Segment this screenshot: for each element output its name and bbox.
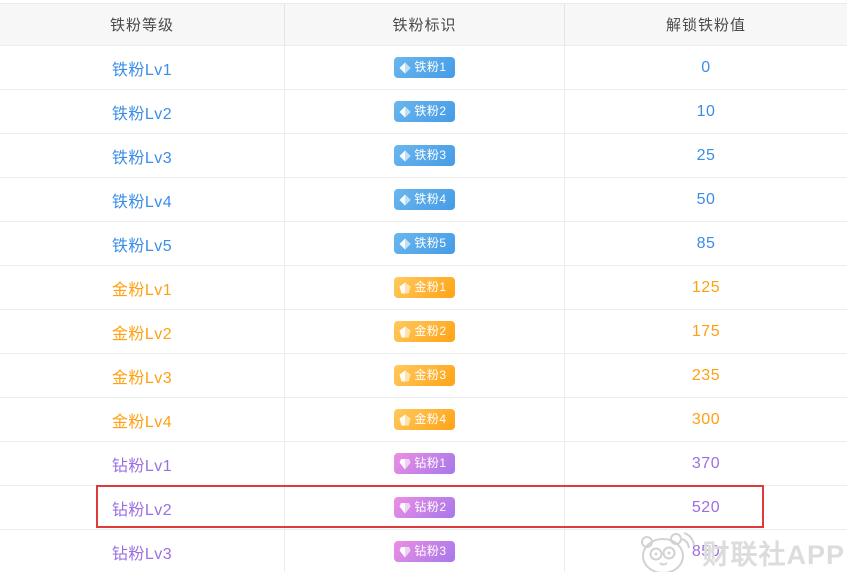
gem-icon bbox=[399, 414, 411, 426]
gem-icon bbox=[399, 502, 411, 514]
fan-badge-cell: 钻粉3 bbox=[284, 530, 564, 572]
fan-badge-cell: 金粉2 bbox=[284, 310, 564, 353]
fan-level-text: 铁粉Lv4 bbox=[0, 178, 284, 221]
gem-icon bbox=[399, 458, 411, 470]
fan-badge: 钻粉2 bbox=[394, 497, 454, 518]
table-row: 金粉Lv3 bbox=[0, 354, 847, 398]
unlock-value-text: 370 bbox=[564, 442, 847, 485]
unlock-value-text: 0 bbox=[564, 46, 847, 89]
fan-level-text: 金粉Lv4 bbox=[0, 398, 284, 441]
badge-label: 金粉2 bbox=[414, 321, 446, 342]
unlock-value-text: 125 bbox=[564, 266, 847, 309]
fan-badge: 铁粉3 bbox=[394, 145, 454, 166]
unlock-value-text: 300 bbox=[564, 398, 847, 441]
badge-label: 金粉3 bbox=[414, 365, 446, 386]
badge-label: 铁粉5 bbox=[414, 233, 446, 254]
fan-badge: 铁粉2 bbox=[394, 101, 454, 122]
gem-icon bbox=[399, 62, 411, 74]
table-row: 铁粉Lv4 bbox=[0, 178, 847, 222]
unlock-value-text: 25 bbox=[564, 134, 847, 177]
fan-badge: 金粉3 bbox=[394, 365, 454, 386]
fan-badge-cell: 铁粉2 bbox=[284, 90, 564, 133]
badge-label: 铁粉1 bbox=[414, 57, 446, 78]
table-row: 铁粉Lv3 bbox=[0, 134, 847, 178]
fan-badge: 金粉1 bbox=[394, 277, 454, 298]
fan-badge-cell: 铁粉3 bbox=[284, 134, 564, 177]
gem-icon bbox=[399, 194, 411, 206]
fan-badge-cell: 铁粉1 bbox=[284, 46, 564, 89]
gem-icon bbox=[399, 106, 411, 118]
gem-icon bbox=[399, 238, 411, 250]
unlock-value-text: 175 bbox=[564, 310, 847, 353]
table-row: 金粉Lv4 bbox=[0, 398, 847, 442]
unlock-value-text: 50 bbox=[564, 178, 847, 221]
badge-label: 钻粉3 bbox=[414, 541, 446, 562]
fan-level-page: 铁粉等级 铁粉标识 解锁铁粉值 铁粉Lv1 bbox=[0, 0, 847, 572]
fan-level-text: 钻粉Lv3 bbox=[0, 530, 284, 572]
badge-label: 铁粉4 bbox=[414, 189, 446, 210]
badge-label: 铁粉3 bbox=[414, 145, 446, 166]
badge-label: 钻粉1 bbox=[414, 453, 446, 474]
fan-level-text: 金粉Lv2 bbox=[0, 310, 284, 353]
badge-label: 铁粉2 bbox=[414, 101, 446, 122]
unlock-value-text: 850 bbox=[564, 530, 847, 572]
table-row: 金粉Lv1 bbox=[0, 266, 847, 310]
fan-level-text: 金粉Lv3 bbox=[0, 354, 284, 397]
fan-level-text: 钻粉Lv2 bbox=[0, 486, 284, 529]
header-fan-level: 铁粉等级 bbox=[0, 4, 284, 45]
header-fan-badge: 铁粉标识 bbox=[284, 4, 564, 45]
gem-icon bbox=[399, 546, 411, 558]
fan-badge: 金粉2 bbox=[394, 321, 454, 342]
fan-badge: 钻粉3 bbox=[394, 541, 454, 562]
unlock-value-text: 85 bbox=[564, 222, 847, 265]
table-row: 铁粉Lv5 bbox=[0, 222, 847, 266]
fan-badge: 铁粉5 bbox=[394, 233, 454, 254]
table-row: 钻粉Lv2 bbox=[0, 486, 847, 530]
fan-badge-cell: 钻粉2 bbox=[284, 486, 564, 529]
fan-badge-cell: 铁粉5 bbox=[284, 222, 564, 265]
gem-icon bbox=[399, 326, 411, 338]
table-header-row: 铁粉等级 铁粉标识 解锁铁粉值 bbox=[0, 3, 847, 46]
table-row: 铁粉Lv1 bbox=[0, 46, 847, 90]
fan-level-text: 铁粉Lv5 bbox=[0, 222, 284, 265]
table-row: 钻粉Lv3 bbox=[0, 530, 847, 572]
badge-label: 钻粉2 bbox=[414, 497, 446, 518]
fan-level-text: 铁粉Lv3 bbox=[0, 134, 284, 177]
unlock-value-text: 235 bbox=[564, 354, 847, 397]
fan-badge: 金粉4 bbox=[394, 409, 454, 430]
fan-badge-cell: 铁粉4 bbox=[284, 178, 564, 221]
fan-level-text: 铁粉Lv1 bbox=[0, 46, 284, 89]
fan-badge-cell: 金粉1 bbox=[284, 266, 564, 309]
fan-badge: 铁粉4 bbox=[394, 189, 454, 210]
badge-label: 金粉4 bbox=[414, 409, 446, 430]
fan-badge: 铁粉1 bbox=[394, 57, 454, 78]
table-row: 金粉Lv2 bbox=[0, 310, 847, 354]
fan-badge-cell: 钻粉1 bbox=[284, 442, 564, 485]
fan-level-table: 铁粉等级 铁粉标识 解锁铁粉值 铁粉Lv1 bbox=[0, 3, 847, 572]
header-unlock-value: 解锁铁粉值 bbox=[564, 4, 847, 45]
fan-level-text: 钻粉Lv1 bbox=[0, 442, 284, 485]
unlock-value-text: 520 bbox=[564, 486, 847, 529]
unlock-value-text: 10 bbox=[564, 90, 847, 133]
fan-badge-cell: 金粉4 bbox=[284, 398, 564, 441]
fan-level-text: 金粉Lv1 bbox=[0, 266, 284, 309]
gem-icon bbox=[399, 370, 411, 382]
table-row: 钻粉Lv1 bbox=[0, 442, 847, 486]
table-body: 铁粉Lv1 bbox=[0, 46, 847, 572]
gem-icon bbox=[399, 282, 411, 294]
fan-badge: 钻粉1 bbox=[394, 453, 454, 474]
badge-label: 金粉1 bbox=[414, 277, 446, 298]
gem-icon bbox=[399, 150, 411, 162]
table-row: 铁粉Lv2 bbox=[0, 90, 847, 134]
fan-badge-cell: 金粉3 bbox=[284, 354, 564, 397]
fan-level-text: 铁粉Lv2 bbox=[0, 90, 284, 133]
